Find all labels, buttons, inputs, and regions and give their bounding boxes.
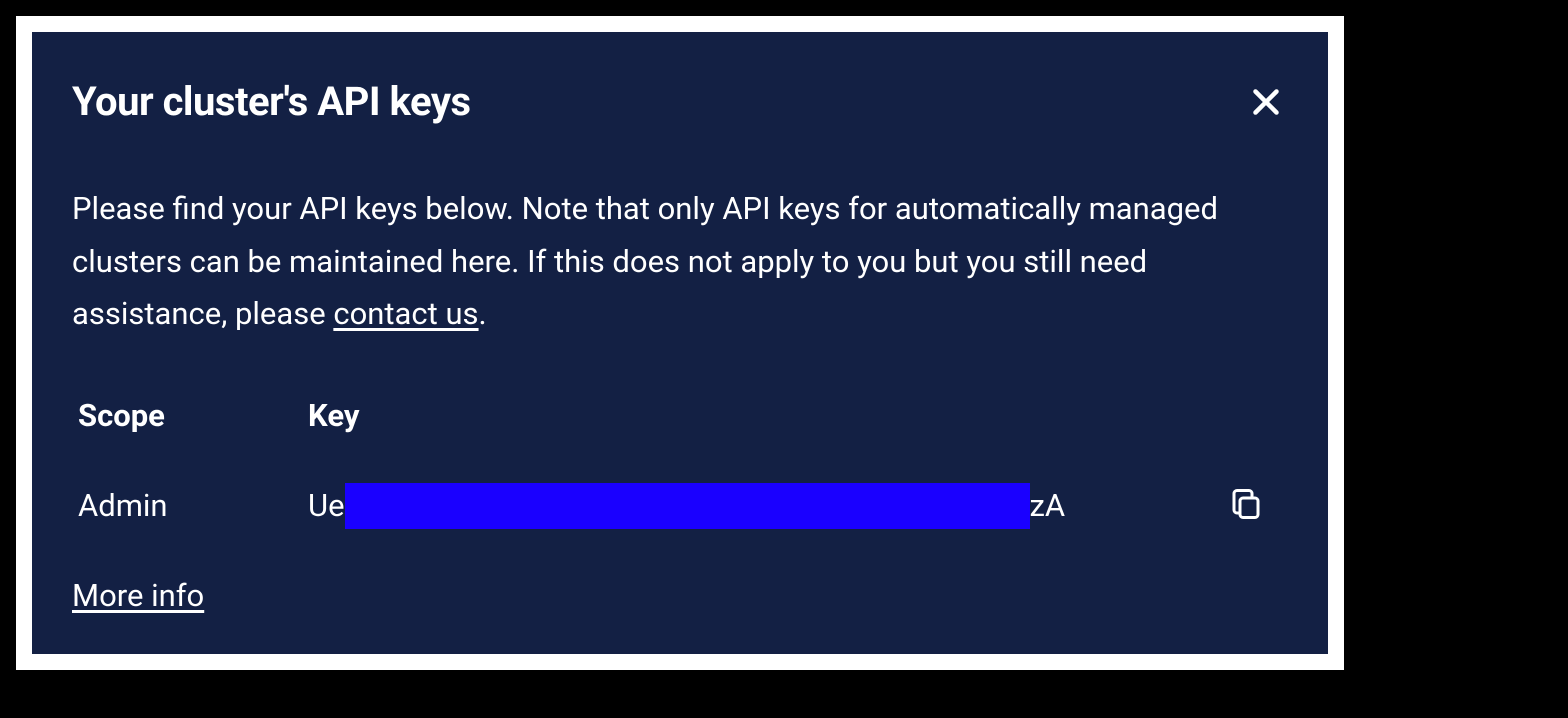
key-prefix: Ue [308,487,345,524]
modal-description: Please find your API keys below. Note th… [72,183,1288,341]
table-header-row: Scope Key [72,397,1288,434]
table-row: Admin Ue zA [72,482,1288,529]
close-button[interactable] [1244,80,1288,127]
more-info-link[interactable]: More info [72,577,204,614]
copy-key-button[interactable] [1224,482,1268,529]
key-cell: Ue zA [308,482,1288,529]
close-icon [1248,84,1284,123]
key-suffix: zA [1030,487,1066,524]
key-redacted-block [345,483,1030,529]
modal-title: Your cluster's API keys [72,80,471,124]
scope-value: Admin [78,487,308,524]
description-text-2: . [479,295,487,332]
scope-column-header: Scope [78,397,308,434]
copy-icon [1228,486,1264,525]
key-column-header: Key [308,397,359,434]
contact-us-link[interactable]: contact us [333,295,478,332]
description-text-1: Please find your API keys below. Note th… [72,190,1218,332]
modal-header: Your cluster's API keys [72,80,1288,127]
api-keys-modal: Your cluster's API keys Please find your… [32,32,1328,654]
